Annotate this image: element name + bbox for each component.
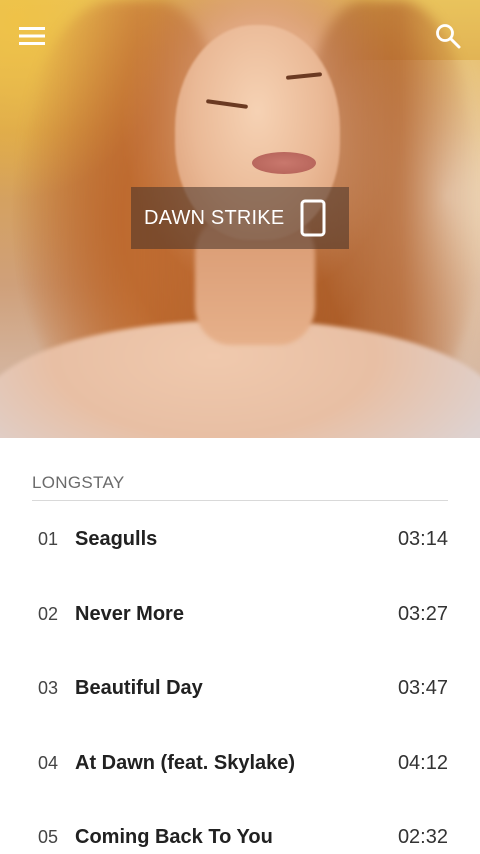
search-icon[interactable] xyxy=(428,16,468,56)
track-duration: 03:27 xyxy=(397,602,448,625)
track-number: 04 xyxy=(38,752,59,773)
artist-name: DAWN STRIKE xyxy=(144,206,285,229)
artist-badge[interactable]: DAWN STRIKE xyxy=(131,187,349,249)
smartphone-icon xyxy=(300,199,326,237)
track-title: At Dawn (feat. Skylake) xyxy=(75,751,296,774)
track-title: Beautiful Day xyxy=(75,676,203,699)
track-title: Never More xyxy=(75,602,184,625)
music-player-screen: DAWN STRIKE LONGSTAY 01 Seagulls 03:14 0… xyxy=(0,0,480,854)
track-duration: 03:14 xyxy=(397,527,448,550)
track-number: 01 xyxy=(38,528,59,549)
album-header: LONGSTAY xyxy=(32,473,448,501)
track-duration: 03:47 xyxy=(397,676,448,699)
track-row[interactable]: 03 Beautiful Day 03:47 xyxy=(38,668,448,708)
track-duration: 04:12 xyxy=(397,751,448,774)
track-title: Seagulls xyxy=(75,527,158,550)
track-row[interactable]: 04 At Dawn (feat. Skylake) 04:12 xyxy=(38,743,448,783)
track-title: Coming Back To You xyxy=(75,825,273,848)
track-duration: 02:32 xyxy=(397,825,448,848)
track-number: 05 xyxy=(38,826,59,847)
track-row[interactable]: 01 Seagulls 03:14 xyxy=(38,519,448,559)
hamburger-menu-icon[interactable] xyxy=(12,16,52,56)
track-number: 03 xyxy=(38,677,59,698)
track-number: 02 xyxy=(38,603,59,624)
album-title: LONGSTAY xyxy=(32,473,125,492)
track-row[interactable]: 02 Never More 03:27 xyxy=(38,594,448,634)
track-row[interactable]: 05 Coming Back To You 02:32 xyxy=(38,817,448,854)
artist-cover-image: DAWN STRIKE xyxy=(0,0,480,438)
